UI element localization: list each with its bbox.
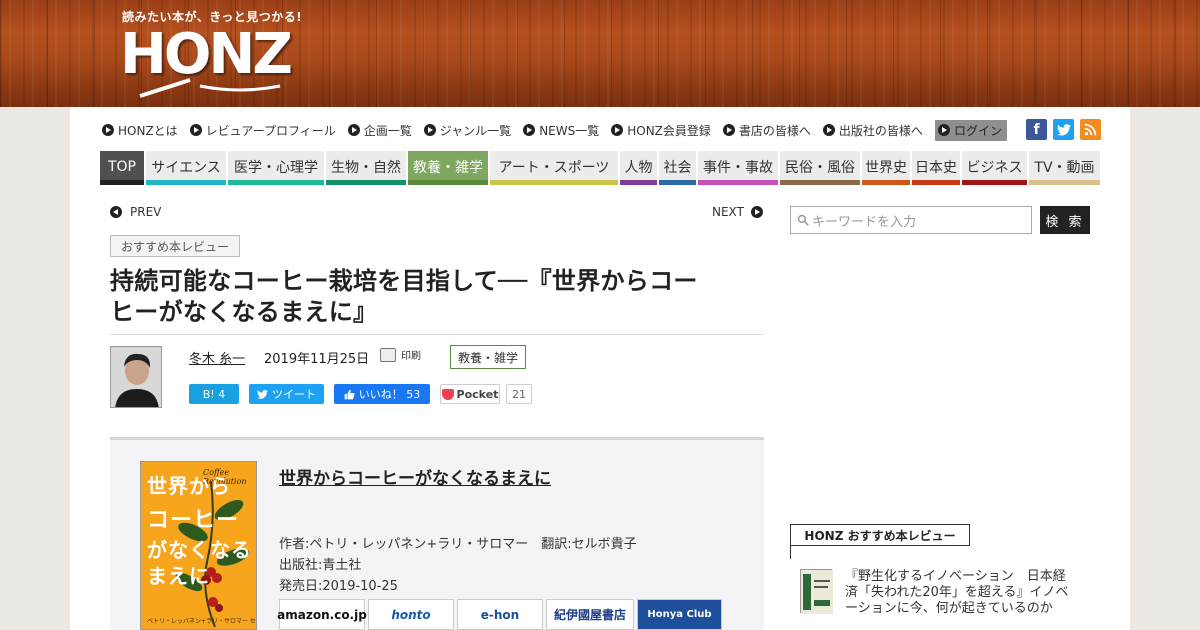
rss-waves-icon xyxy=(1084,123,1097,136)
tweet-button[interactable]: ツイート xyxy=(249,384,324,404)
category-tab-art-sports[interactable]: アート・スポーツ xyxy=(490,151,618,185)
topnav-bookstores[interactable]: 書店の皆様へ xyxy=(722,122,811,139)
category-tab-society[interactable]: 社会 xyxy=(659,151,696,185)
arrow-circle-icon xyxy=(102,124,114,136)
category-tab-science[interactable]: サイエンス xyxy=(146,151,226,185)
publish-date: 2019年11月25日 xyxy=(264,352,370,367)
top-nav: HONZとは レビュアープロフィール 企画一覧 ジャンル一覧 NEWS一覧 HO… xyxy=(102,119,1019,141)
topnav-genres[interactable]: ジャンル一覧 xyxy=(423,122,511,139)
arrow-circle-icon xyxy=(937,124,950,136)
shop-kinokuniya-button[interactable]: 紀伊國屋書店 xyxy=(546,599,634,630)
book-authors: 作者:ペトリ・レッパネン+ラリ・サロマー 翻訳:セルボ貴子 xyxy=(279,537,637,552)
topnav-news[interactable]: NEWS一覧 xyxy=(523,122,599,139)
arrow-circle-icon xyxy=(822,124,835,136)
book-title-link[interactable]: 世界からコーヒーがなくなるまえに xyxy=(279,464,551,489)
rss-icon[interactable] xyxy=(1080,119,1101,140)
site-header: 読みたい本が、きっと見つかる! HONZ xyxy=(0,0,1200,107)
arrow-circle-icon xyxy=(611,124,624,136)
pocket-icon xyxy=(441,388,454,400)
avatar[interactable] xyxy=(110,346,162,408)
honz-logo[interactable]: 読みたい本が、きっと見つかる! HONZ xyxy=(118,8,302,102)
search-button[interactable]: 検 索 xyxy=(1040,206,1090,234)
search-input[interactable]: キーワードを入力 xyxy=(790,206,1032,234)
shop-honto-button[interactable]: honto xyxy=(368,599,454,630)
category-tab-japan-history[interactable]: 日本史 xyxy=(912,151,960,185)
arrow-circle-icon xyxy=(189,124,202,136)
magnifier-icon xyxy=(139,78,281,98)
category-tab-biology[interactable]: 生物・自然 xyxy=(326,151,406,185)
cover-author: ペトリ・レッパネン+ラリ・サロマー セルボ貴子訳 xyxy=(147,618,256,625)
category-tab-folklore[interactable]: 民俗・風俗 xyxy=(780,151,860,185)
topnav-projects[interactable]: 企画一覧 xyxy=(347,122,412,139)
topnav-register[interactable]: HONZ会員登録 xyxy=(611,122,711,139)
category-tab-world-history[interactable]: 世界史 xyxy=(862,151,910,185)
topnav-about[interactable]: HONZとは xyxy=(102,122,178,139)
shop-ehon-button[interactable]: e-hon xyxy=(457,599,543,630)
recommended-article-link[interactable]: 『野生化するイノベーション 日本経済「失われた20年」を超える』イノベーションに… xyxy=(845,569,1077,617)
arrow-circle-icon xyxy=(523,124,536,136)
category-tab-business[interactable]: ビジネス xyxy=(962,151,1027,185)
category-tab-incidents[interactable]: 事件・事故 xyxy=(698,151,778,185)
pocket-button[interactable]: Pocket xyxy=(440,384,500,404)
search-icon xyxy=(797,214,809,226)
printer-icon xyxy=(380,347,396,362)
category-tab-top[interactable]: TOP xyxy=(100,151,144,185)
hatena-bookmark-button[interactable]: B! 4 xyxy=(189,384,239,404)
category-tab-tv-video[interactable]: TV・動画 xyxy=(1029,151,1100,185)
author-link[interactable]: 冬木 糸一 xyxy=(189,348,245,367)
recommended-book-thumbnail[interactable] xyxy=(800,569,833,614)
arrow-left-circle-icon xyxy=(110,206,122,218)
next-link[interactable]: NEXT xyxy=(712,205,763,219)
category-tab-people[interactable]: 人物 xyxy=(620,151,657,185)
twitter-bird-icon xyxy=(257,389,268,399)
category-badge[interactable]: 教養・雑学 xyxy=(450,345,526,369)
book-cover[interactable]: Coffee Revolution 世界から コーヒー がなくなる まえに ペト… xyxy=(140,461,257,630)
article-tag[interactable]: おすすめ本レビュー xyxy=(110,235,240,257)
login-button[interactable]: ログイン xyxy=(934,119,1007,141)
topnav-publishers[interactable]: 出版社の皆様へ xyxy=(822,122,923,139)
prev-link[interactable]: PREV xyxy=(110,205,161,219)
article-title: 持続可能なコーヒー栽培を目指して──『世界からコー ヒーがなくなるまえに』 xyxy=(110,267,698,326)
divider xyxy=(110,334,764,335)
facebook-like-button[interactable]: いいね！ 53 xyxy=(334,384,430,404)
arrow-circle-icon xyxy=(423,124,436,136)
pocket-count: 21 xyxy=(506,384,532,404)
book-thumbnail-art xyxy=(801,570,833,614)
category-tab-culture[interactable]: 教養・雑学 xyxy=(408,151,488,185)
topnav-reviewers[interactable]: レビュアープロフィール xyxy=(189,122,336,139)
arrow-circle-icon xyxy=(347,124,360,136)
twitter-bird-icon xyxy=(1056,123,1071,136)
twitter-icon[interactable] xyxy=(1053,119,1074,140)
category-tab-medicine[interactable]: 医学・心理学 xyxy=(228,151,324,185)
facebook-icon[interactable]: f xyxy=(1026,119,1047,140)
recommended-heading: HONZ おすすめ本レビュー xyxy=(790,524,970,546)
author-photo xyxy=(111,347,161,407)
thumbs-up-icon xyxy=(344,389,355,399)
book-release-date: 発売日:2019-10-25 xyxy=(279,579,398,594)
arrow-right-circle-icon xyxy=(750,206,763,218)
heading-tail xyxy=(790,545,804,559)
arrow-circle-icon xyxy=(722,124,735,136)
shop-honyaclub-button[interactable]: Honya Club xyxy=(637,599,722,630)
book-publisher: 出版社:青土社 xyxy=(279,558,362,573)
print-button[interactable]: 印刷 xyxy=(380,347,421,362)
shop-amazon-button[interactable]: amazon.co.jp xyxy=(277,599,367,630)
